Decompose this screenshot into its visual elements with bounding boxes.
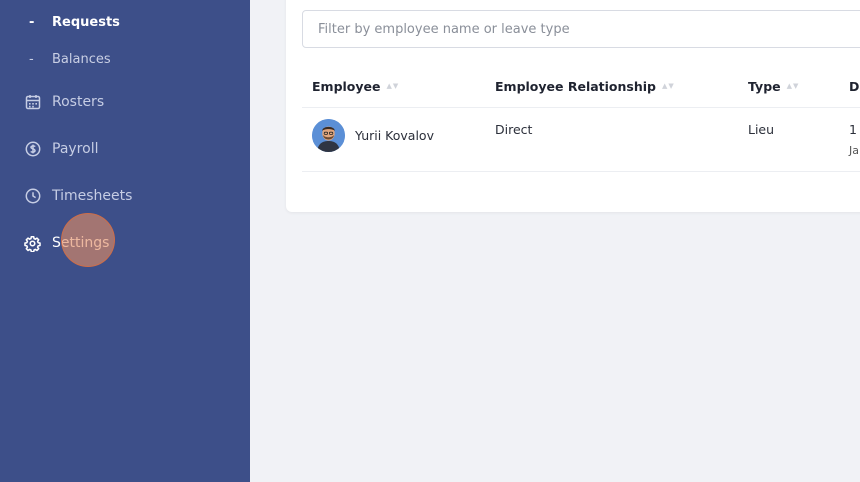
- sidebar-item-label: Settings: [52, 235, 110, 251]
- sidebar-item-label: Timesheets: [52, 188, 133, 204]
- dash-marker: -: [29, 51, 34, 67]
- sidebar-item-label: Rosters: [52, 94, 105, 110]
- column-header-type[interactable]: Type ▲▼: [748, 77, 799, 95]
- column-header-label: Employee: [312, 78, 381, 94]
- column-header-label: Type: [748, 78, 781, 94]
- sidebar: - Requests - Balances Rosters Payroll Ti…: [0, 0, 250, 482]
- dollar-circle-icon: [24, 141, 41, 158]
- sidebar-item-settings[interactable]: Settings: [0, 228, 250, 258]
- column-header-employee[interactable]: Employee ▲▼: [312, 77, 399, 95]
- sidebar-item-timesheets[interactable]: Timesheets: [0, 181, 250, 211]
- leave-date-sub: Ja: [849, 144, 859, 157]
- column-header-label: Da: [849, 78, 860, 94]
- employee-relationship: Direct: [495, 122, 533, 137]
- leave-type: Lieu: [748, 122, 775, 137]
- column-header-label: Employee Relationship: [495, 78, 656, 94]
- sidebar-subitem-label: Requests: [52, 14, 120, 30]
- sort-arrows-icon: ▲▼: [661, 82, 675, 90]
- sort-arrows-icon: ▲▼: [786, 82, 800, 90]
- header-divider: [302, 107, 860, 108]
- calendar-icon: [24, 94, 41, 111]
- row-divider: [302, 171, 860, 172]
- clock-icon: [24, 188, 41, 205]
- column-header-date[interactable]: Da: [849, 77, 860, 95]
- employee-name[interactable]: Yurii Kovalov: [355, 128, 434, 143]
- sidebar-subitem-label: Balances: [52, 51, 111, 67]
- gear-icon: [24, 235, 41, 252]
- sidebar-item-label: Payroll: [52, 141, 99, 157]
- leave-date: 1 d: [849, 122, 860, 137]
- avatar: [312, 119, 345, 152]
- sort-arrows-icon: ▲▼: [386, 82, 400, 90]
- sidebar-item-rosters[interactable]: Rosters: [0, 87, 250, 117]
- filter-input[interactable]: [302, 10, 860, 48]
- sidebar-item-payroll[interactable]: Payroll: [0, 134, 250, 164]
- dash-marker: -: [29, 14, 35, 30]
- column-header-relationship[interactable]: Employee Relationship ▲▼: [495, 77, 675, 95]
